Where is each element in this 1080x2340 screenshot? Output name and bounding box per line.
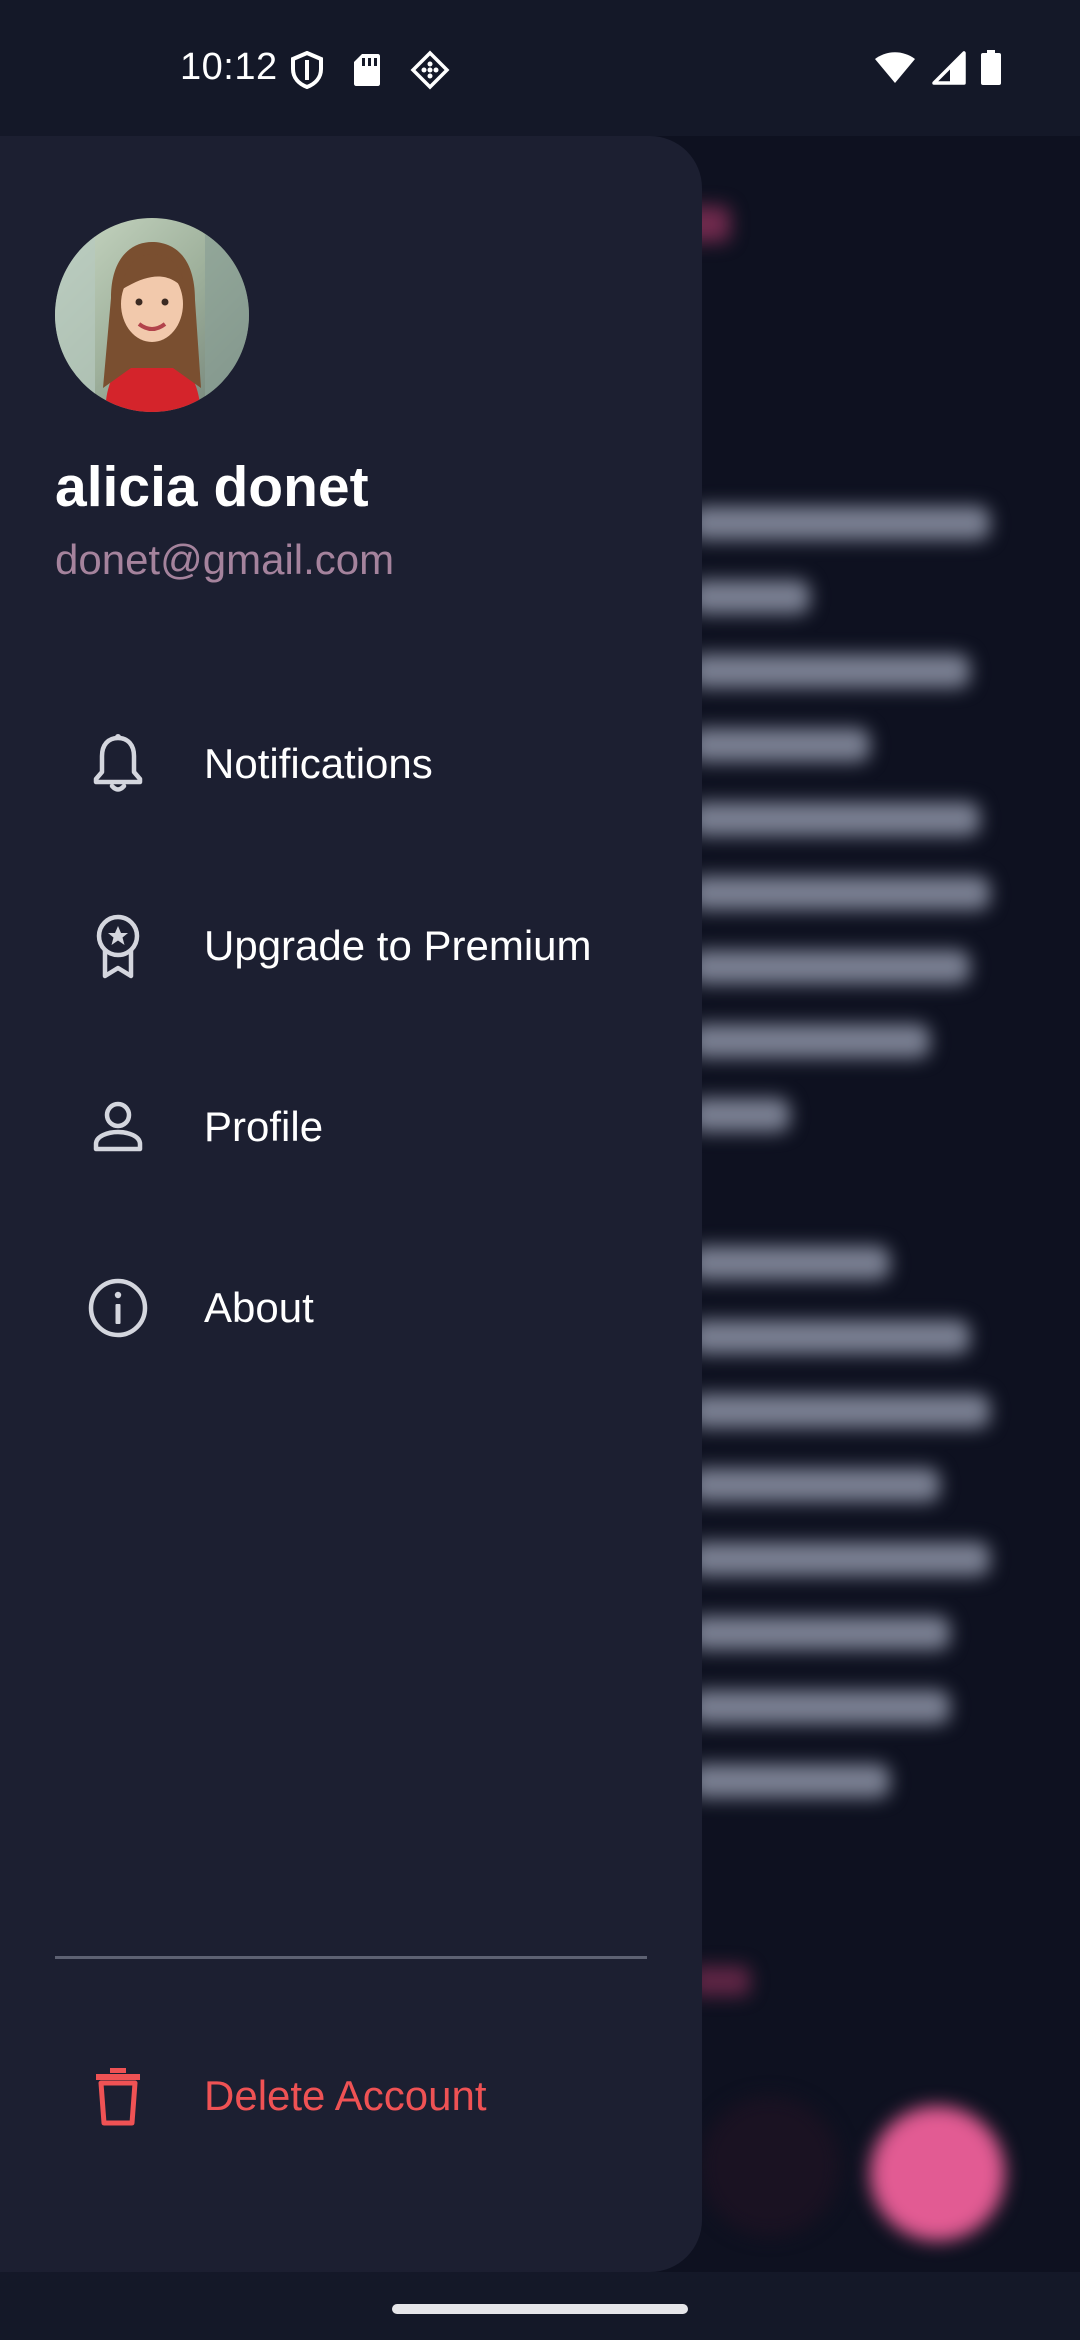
status-right-icons bbox=[874, 50, 1002, 91]
status-time: 10:12 bbox=[180, 46, 278, 88]
background-paragraph bbox=[680, 496, 1040, 1158]
wifi-icon bbox=[874, 51, 916, 90]
status-bar: 10:12 bbox=[0, 0, 1080, 136]
menu-item-upgrade-premium[interactable]: Upgrade to Premium bbox=[0, 886, 702, 1006]
background-fab-button bbox=[870, 2106, 1005, 2241]
menu-item-label: Profile bbox=[204, 1103, 324, 1150]
background-secondary-button bbox=[700, 2096, 840, 2236]
user-email: donet@gmail.com bbox=[55, 536, 395, 583]
app-diamond-icon bbox=[410, 50, 450, 95]
menu-item-label: Notifications bbox=[204, 740, 433, 787]
avatar[interactable] bbox=[55, 218, 249, 412]
background-paragraph bbox=[680, 1236, 1040, 1898]
trash-icon bbox=[84, 2062, 152, 2130]
menu-item-about[interactable]: About bbox=[0, 1248, 702, 1368]
menu-item-label: About bbox=[204, 1284, 314, 1331]
delete-account-button[interactable]: Delete Account bbox=[0, 2036, 702, 2156]
battery-icon bbox=[980, 50, 1002, 91]
premium-badge-icon bbox=[84, 912, 152, 980]
user-name: alicia donet bbox=[55, 455, 369, 519]
menu-item-label: Upgrade to Premium bbox=[204, 922, 592, 969]
delete-account-label: Delete Account bbox=[204, 2072, 487, 2119]
status-left-icons bbox=[290, 50, 450, 95]
navigation-bar bbox=[0, 2272, 1080, 2340]
person-icon bbox=[84, 1093, 152, 1161]
menu-item-notifications[interactable]: Notifications bbox=[0, 704, 702, 824]
cell-signal-icon bbox=[930, 51, 966, 90]
blurred-text-lines bbox=[690, 1246, 990, 1798]
shield-icon bbox=[290, 50, 324, 94]
bell-icon bbox=[84, 730, 152, 798]
menu-item-profile[interactable]: Profile bbox=[0, 1067, 702, 1187]
blurred-text-lines bbox=[690, 506, 990, 1132]
home-indicator[interactable] bbox=[392, 2304, 688, 2314]
sd-card-icon bbox=[352, 52, 382, 93]
info-icon bbox=[84, 1274, 152, 1342]
navigation-drawer: alicia donet donet@gmail.com Notificatio… bbox=[0, 136, 702, 2272]
drawer-divider bbox=[55, 1956, 647, 1959]
